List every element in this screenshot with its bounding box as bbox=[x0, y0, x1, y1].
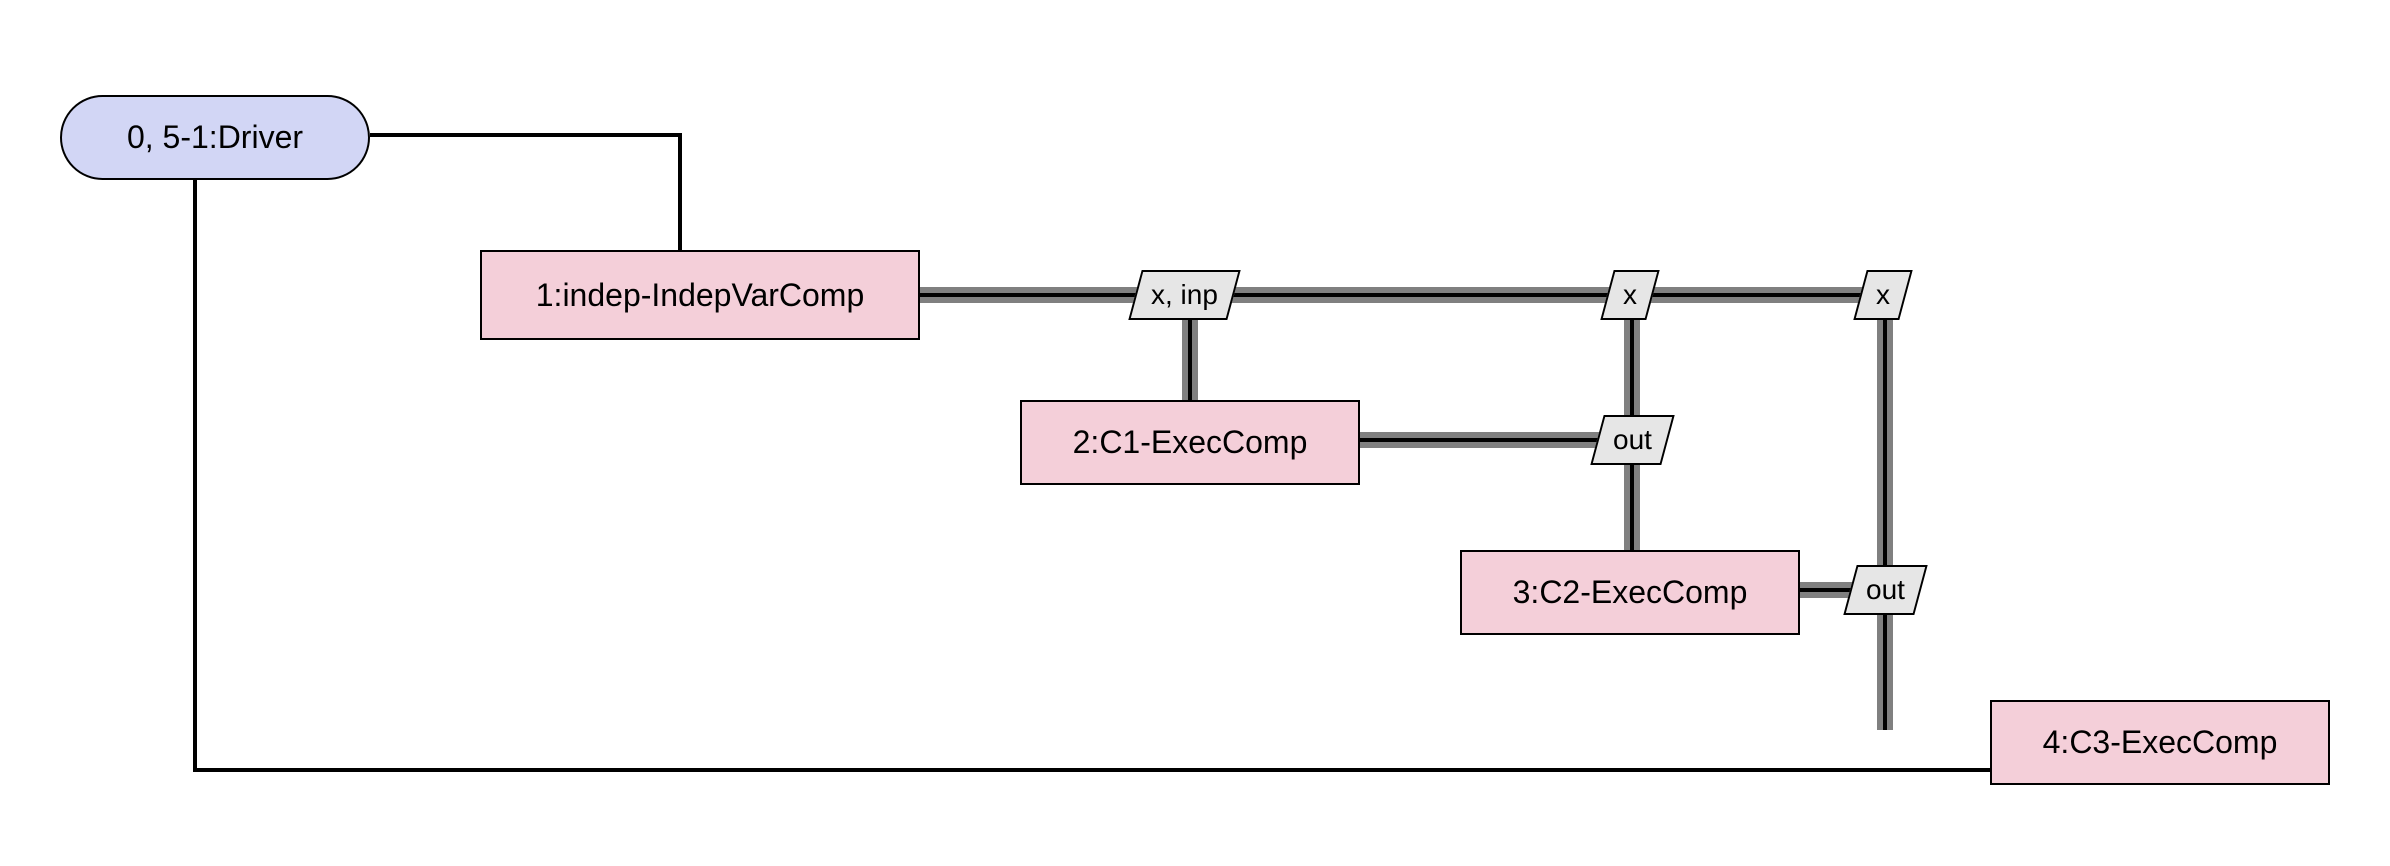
conn-x-inp-label: x, inp bbox=[1151, 279, 1218, 311]
conn-x-1-label: x bbox=[1623, 279, 1637, 311]
conn-x-2: x bbox=[1853, 270, 1912, 320]
node-indep-label: 1:indep-IndepVarComp bbox=[536, 277, 865, 314]
xdsm-diagram: 0, 5-1:Driver 1:indep-IndepVarComp 2:C1-… bbox=[0, 0, 2390, 866]
node-c2: 3:C2-ExecComp bbox=[1460, 550, 1800, 635]
conn-x-inp: x, inp bbox=[1128, 270, 1240, 320]
conn-out-2-label: out bbox=[1866, 574, 1905, 606]
conn-x-2-label: x bbox=[1876, 279, 1890, 311]
node-c3: 4:C3-ExecComp bbox=[1990, 700, 2330, 785]
node-c1-label: 2:C1-ExecComp bbox=[1073, 424, 1308, 461]
conn-out-2: out bbox=[1843, 565, 1927, 615]
node-c2-label: 3:C2-ExecComp bbox=[1513, 574, 1748, 611]
conn-x-1: x bbox=[1600, 270, 1659, 320]
node-driver: 0, 5-1:Driver bbox=[60, 95, 370, 180]
node-c1: 2:C1-ExecComp bbox=[1020, 400, 1360, 485]
conn-out-1: out bbox=[1590, 415, 1674, 465]
node-indep: 1:indep-IndepVarComp bbox=[480, 250, 920, 340]
node-driver-label: 0, 5-1:Driver bbox=[127, 119, 303, 156]
node-c3-label: 4:C3-ExecComp bbox=[2043, 724, 2278, 761]
conn-out-1-label: out bbox=[1613, 424, 1652, 456]
